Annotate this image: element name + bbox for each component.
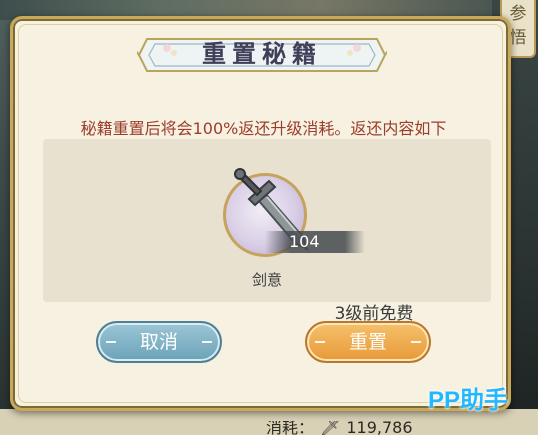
reset-button-label: 重置 xyxy=(348,331,387,353)
button-deco-left xyxy=(106,341,116,343)
reset-description: 秘籍重置后将会100%返还升级消耗。返还内容如下 xyxy=(80,119,447,138)
cancel-button-label: 取消 xyxy=(139,331,178,353)
reward-panel: 104 剑意 xyxy=(43,139,491,302)
button-deco-left xyxy=(315,341,325,343)
reset-button[interactable]: 重置 xyxy=(305,321,431,363)
bottom-cost-label: 消耗： xyxy=(266,421,315,435)
button-deco-right xyxy=(202,341,212,343)
cancel-button[interactable]: 取消 xyxy=(96,321,222,363)
reward-quantity: 104 xyxy=(265,231,365,253)
title-banner: 重置秘籍 xyxy=(137,31,387,79)
button-deco-right xyxy=(411,341,421,343)
reset-manual-dialog: 重置秘籍 秘籍重置后将会100%返还升级消耗。返还内容如下 104 剑意 3级前… xyxy=(10,16,511,411)
small-sword-icon: 🗡 xyxy=(320,421,341,435)
reward-name: 剑意 xyxy=(251,271,282,289)
pp-assistant-watermark: PP助手 xyxy=(427,387,508,414)
dialog-title: 重置秘籍 xyxy=(202,39,322,68)
bottom-cost-value: 119,786 xyxy=(346,421,413,435)
bottom-cost: 消耗： 🗡 119,786 xyxy=(266,421,413,435)
